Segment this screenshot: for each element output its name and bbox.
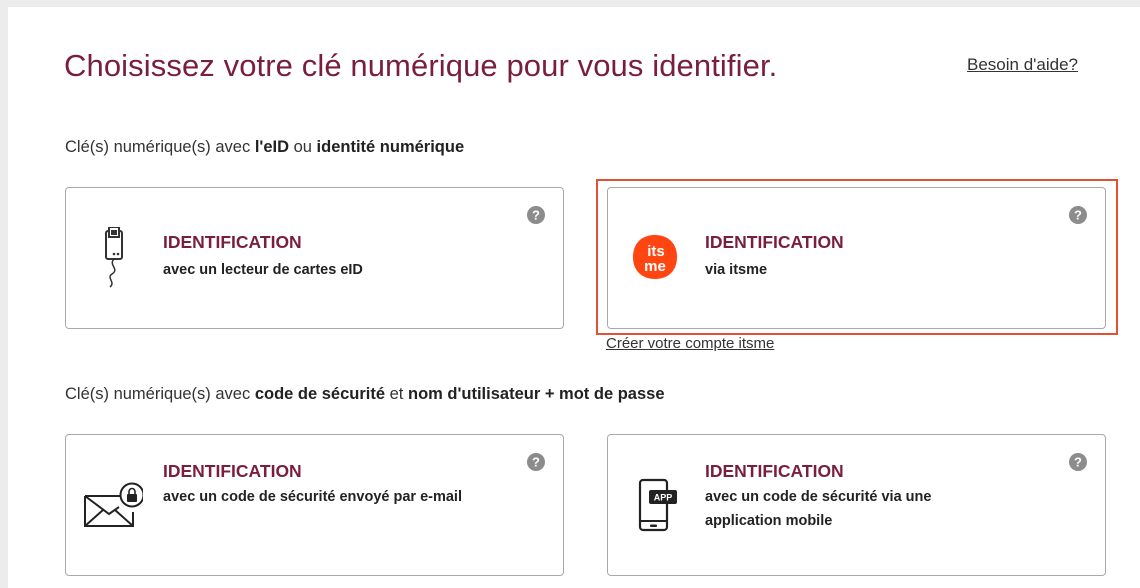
create-itsme-account-link[interactable]: Créer votre compte itsme xyxy=(606,335,774,352)
app-badge-text: APP xyxy=(654,493,673,503)
svg-text:?: ? xyxy=(1074,208,1082,223)
section-heading-bold: identité numérique xyxy=(316,138,465,156)
svg-text:?: ? xyxy=(1074,455,1082,470)
section-heading-bold: nom d'utilisateur + mot de passe xyxy=(407,385,665,403)
card-subtitle: avec un code de sécurité via une applica… xyxy=(705,489,932,529)
section-heading-text: et xyxy=(385,385,408,403)
help-link[interactable]: Besoin d'aide? xyxy=(967,55,1078,75)
mobile-app-icon: APP xyxy=(637,474,679,541)
svg-text:?: ? xyxy=(532,455,540,470)
section-heading-text: ou xyxy=(289,138,317,156)
card-reader-icon xyxy=(100,226,126,294)
card-title: IDENTIFICATION xyxy=(163,232,302,252)
card-title: IDENTIFICATION xyxy=(705,232,844,252)
itsme-logo: its me xyxy=(632,234,678,285)
itsme-logo-text-bottom: me xyxy=(644,258,666,275)
card-subtitle: via itsme xyxy=(705,262,768,278)
card-title: IDENTIFICATION xyxy=(163,461,302,481)
card-subtitle: avec un code de sécurité envoyé par e-ma… xyxy=(163,489,462,505)
email-lock-icon xyxy=(83,482,145,533)
section-heading-bold: l'eID xyxy=(254,138,289,156)
svg-text:?: ? xyxy=(532,208,540,223)
section-heading-eid: Clé(s) numérique(s) avec l'eID ou identi… xyxy=(65,138,464,157)
section-heading-code: Clé(s) numérique(s) avec code de sécurit… xyxy=(65,385,665,404)
page-title: Choisissez votre clé numérique pour vous… xyxy=(64,48,778,83)
section-heading-text: Clé(s) numérique(s) avec xyxy=(65,138,255,156)
eid-reader-card[interactable]: IDENTIFICATION avec un lecteur de cartes… xyxy=(65,187,564,329)
help-question-icon[interactable]: ? xyxy=(527,206,545,224)
card-subtitle: avec un lecteur de cartes eID xyxy=(163,262,363,278)
itsme-card[interactable]: its me IDENTIFICATION via itsme ? xyxy=(607,187,1106,329)
help-question-icon[interactable]: ? xyxy=(527,453,545,471)
help-question-icon[interactable]: ? xyxy=(1069,453,1087,471)
section-heading-bold: code de sécurité xyxy=(254,385,386,403)
app-code-card[interactable]: APP IDENTIFICATION avec un code de sécur… xyxy=(607,434,1106,576)
help-question-icon[interactable]: ? xyxy=(1069,206,1087,224)
section-heading-text: Clé(s) numérique(s) avec xyxy=(65,385,255,403)
email-code-card[interactable]: IDENTIFICATION avec un code de sécurité … xyxy=(65,434,564,576)
card-title: IDENTIFICATION xyxy=(705,461,844,481)
